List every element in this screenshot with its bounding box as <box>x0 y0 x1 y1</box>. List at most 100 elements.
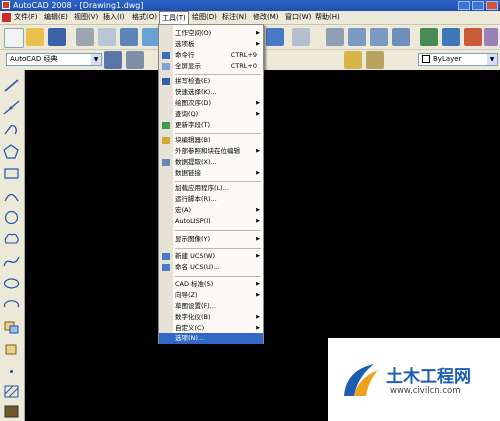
layer-previous-icon[interactable] <box>366 51 384 69</box>
my-workspace-icon[interactable] <box>126 51 144 69</box>
menu-file[interactable]: 文件(F) <box>14 11 38 24</box>
named-ucs-icon <box>162 264 170 271</box>
menu-item-block-editor[interactable]: 块编辑器(B) <box>159 135 263 146</box>
point-icon[interactable] <box>3 364 20 379</box>
polygon-icon[interactable] <box>3 144 20 159</box>
spline-icon[interactable] <box>3 254 20 269</box>
site-watermark: 土木工程网 www.civilcn.com <box>328 338 500 421</box>
publish-icon[interactable] <box>120 28 138 46</box>
chevron-down-icon: ▼ <box>487 54 497 65</box>
menu-tools[interactable]: 工具(T) <box>159 11 189 24</box>
menu-help[interactable]: 帮助(H) <box>315 11 340 24</box>
menu-draw[interactable]: 绘图(D) <box>192 11 217 24</box>
menu-item-draw-order[interactable]: 绘图次序(D) ▶ <box>159 98 263 109</box>
ellipse-arc-icon[interactable] <box>3 298 20 313</box>
menu-item-autolisp[interactable]: AutoLISP(I) ▶ <box>159 216 263 227</box>
menu-item-update-fields[interactable]: 更新字段(T) <box>159 120 263 131</box>
hatch-icon[interactable] <box>3 384 20 399</box>
properties-icon[interactable] <box>420 28 438 46</box>
menu-separator <box>175 133 261 134</box>
chevron-down-icon: ▼ <box>91 54 101 65</box>
menu-dimension[interactable]: 标注(N) <box>222 11 247 24</box>
menu-view[interactable]: 视图(V) <box>74 11 98 24</box>
menu-item-wizards[interactable]: 向导(Z) ▶ <box>159 290 263 301</box>
gradient-icon[interactable] <box>3 404 20 419</box>
menu-item-named-ucs[interactable]: 命名 UCS(U)... <box>159 262 263 273</box>
polyline-icon[interactable] <box>3 122 20 137</box>
spell-check-icon <box>162 78 170 85</box>
ellipse-icon[interactable] <box>3 276 20 291</box>
submenu-arrow-icon: ▶ <box>256 207 260 213</box>
redo-icon[interactable] <box>292 28 310 46</box>
close-button[interactable] <box>486 1 498 10</box>
menu-item-load-application[interactable]: 加载应用程序(L)... <box>159 183 263 194</box>
tool-palettes-icon[interactable] <box>464 28 482 46</box>
pan-icon[interactable] <box>326 28 344 46</box>
menu-insert[interactable]: 插入(I) <box>103 11 125 24</box>
layer-manager-icon[interactable] <box>344 51 362 69</box>
command-line-icon <box>162 52 170 59</box>
menu-item-inquiry[interactable]: 查询(Q) ▶ <box>159 109 263 120</box>
undo-icon[interactable] <box>266 28 284 46</box>
line-icon[interactable] <box>3 78 20 93</box>
menu-separator <box>175 74 261 75</box>
workspace-settings-icon[interactable] <box>104 51 122 69</box>
menu-edit[interactable]: 编辑(E) <box>44 11 68 24</box>
arc-icon[interactable] <box>3 188 20 203</box>
minimize-button[interactable] <box>458 1 470 10</box>
color-value: ByLayer <box>433 55 462 63</box>
menu-item-workspaces[interactable]: 工作空间(O) ▶ <box>159 28 263 39</box>
menu-item-tablet[interactable]: 数字化仪(B) ▶ <box>159 312 263 323</box>
submenu-arrow-icon: ▶ <box>256 30 260 36</box>
zoom-window-icon[interactable] <box>370 28 388 46</box>
menu-item-data-links[interactable]: 数据链接 ▶ <box>159 168 263 179</box>
menu-item-xref-inplace-edit[interactable]: 外部参照和块在位编辑 ▶ <box>159 146 263 157</box>
zoom-realtime-icon[interactable] <box>348 28 366 46</box>
document-menu-icon[interactable] <box>2 13 11 22</box>
menu-format[interactable]: 格式(O) <box>132 11 157 24</box>
insert-block-icon[interactable] <box>3 320 20 335</box>
fullscreen-icon <box>162 63 170 70</box>
menu-separator <box>175 230 261 231</box>
save-icon[interactable] <box>48 28 66 46</box>
revision-cloud-icon[interactable] <box>3 232 20 247</box>
submenu-arrow-icon: ▶ <box>256 236 260 242</box>
menu-item-options[interactable]: 选项(N)... <box>159 333 263 344</box>
color-select[interactable]: ByLayer ▼ <box>418 53 498 66</box>
menu-item-fullscreen[interactable]: 全屏显示 CTRL+0 <box>159 61 263 72</box>
menu-item-cad-standards[interactable]: CAD 标准(S) ▶ <box>159 279 263 290</box>
menu-separator <box>175 276 261 277</box>
maximize-button[interactable] <box>472 1 484 10</box>
menu-item-drafting-settings[interactable]: 草图设置(F)... <box>159 301 263 312</box>
construction-line-icon[interactable] <box>3 100 20 115</box>
rectangle-icon[interactable] <box>3 166 20 181</box>
menu-item-data-extraction[interactable]: 数据提取(X)... <box>159 157 263 168</box>
make-block-icon[interactable] <box>3 342 20 357</box>
menu-item-new-ucs[interactable]: 新建 UCS(W) ▶ <box>159 251 263 262</box>
update-field-icon <box>162 122 170 129</box>
menu-separator <box>175 181 261 182</box>
circle-icon[interactable] <box>3 210 20 225</box>
menu-item-palettes[interactable]: 选项板 ▶ <box>159 39 263 50</box>
print-icon[interactable] <box>76 28 94 46</box>
new-ucs-icon <box>162 253 170 260</box>
zoom-previous-icon[interactable] <box>392 28 410 46</box>
menu-item-run-script[interactable]: 运行脚本(R)... <box>159 194 263 205</box>
menu-item-command-line[interactable]: 命令行 CTRL+9 <box>159 50 263 61</box>
workspace-select[interactable]: AutoCAD 经典 ▼ <box>6 53 102 66</box>
design-center-icon[interactable] <box>442 28 460 46</box>
sheet-set-icon[interactable] <box>484 28 498 46</box>
submenu-arrow-icon: ▶ <box>256 148 260 154</box>
menu-item-spell-check[interactable]: 拼写检查(E) <box>159 76 263 87</box>
menu-modify[interactable]: 修改(M) <box>253 11 279 24</box>
plot-preview-icon[interactable] <box>98 28 116 46</box>
menu-item-macro[interactable]: 宏(A) ▶ <box>159 205 263 216</box>
new-file-icon[interactable] <box>4 28 24 48</box>
watermark-title: 土木工程网 <box>386 367 471 387</box>
block-editor-icon <box>162 137 170 144</box>
open-folder-icon[interactable] <box>26 28 44 46</box>
menu-item-quick-select[interactable]: 快速选择(K)... <box>159 87 263 98</box>
menu-window[interactable]: 窗口(W) <box>285 11 311 24</box>
submenu-arrow-icon: ▶ <box>256 292 260 298</box>
menu-item-display-image[interactable]: 显示图像(Y) ▶ <box>159 234 263 245</box>
